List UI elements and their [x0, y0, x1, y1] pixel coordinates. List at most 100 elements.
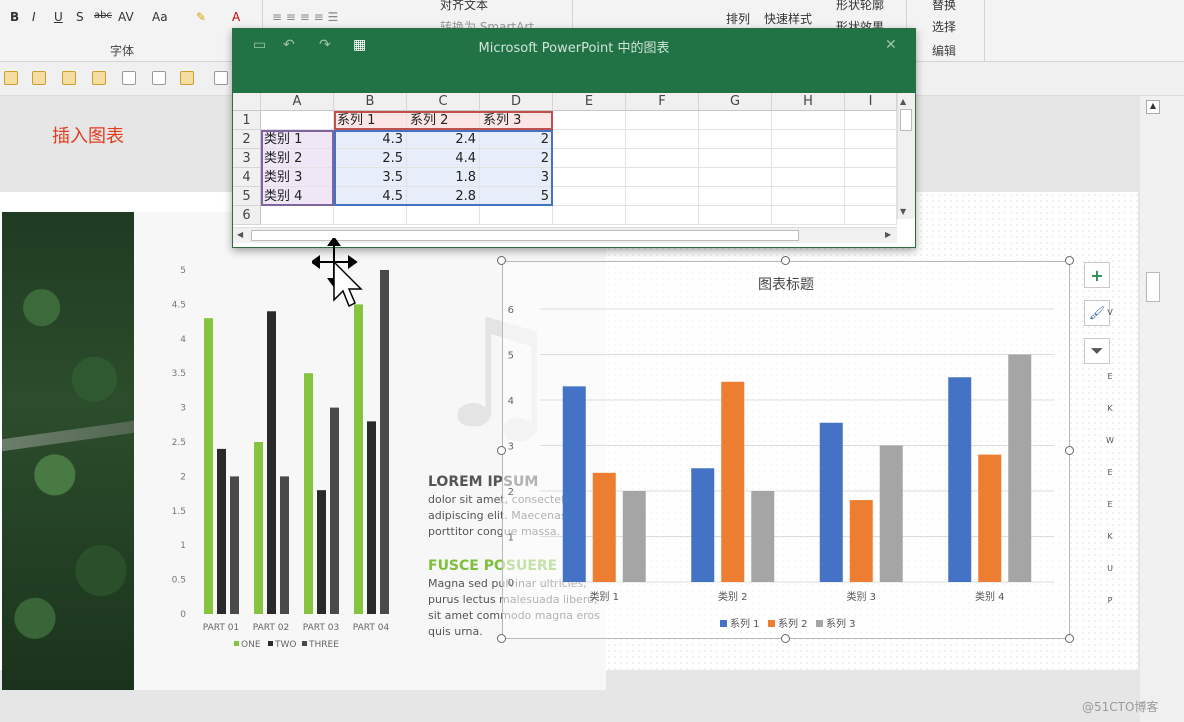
- tool-icon[interactable]: [4, 71, 18, 85]
- grid-cell[interactable]: [261, 206, 334, 225]
- grid-cell[interactable]: 3.5: [334, 168, 407, 187]
- grid-cell[interactable]: 2: [480, 130, 553, 149]
- grid-cell[interactable]: 类别 4: [261, 187, 334, 206]
- bar[interactable]: [978, 454, 1002, 582]
- column-header[interactable]: I: [845, 93, 897, 111]
- grid-cell[interactable]: [626, 206, 699, 225]
- bar[interactable]: [721, 381, 745, 582]
- row-header[interactable]: 6: [233, 206, 261, 225]
- grid-cell[interactable]: 系列 2: [407, 111, 480, 130]
- excel-data-window[interactable]: ▭ ↶ ↷ ▦ Microsoft PowerPoint 中的图表 ✕ ABCD…: [232, 28, 916, 248]
- grid-cell[interactable]: [845, 149, 897, 168]
- grid-cell[interactable]: [699, 111, 772, 130]
- tool-icon[interactable]: [32, 71, 46, 85]
- italic-button[interactable]: I: [32, 10, 36, 24]
- close-icon[interactable]: ✕: [885, 37, 897, 53]
- grid-cell[interactable]: [334, 206, 407, 225]
- scroll-up-icon[interactable]: ▲: [900, 97, 906, 106]
- column-header[interactable]: B: [334, 93, 407, 111]
- scroll-thumb[interactable]: [900, 109, 912, 131]
- column-header[interactable]: H: [772, 93, 845, 111]
- row-header[interactable]: 5: [233, 187, 261, 206]
- grid-cell[interactable]: 5: [480, 187, 553, 206]
- grid-cell[interactable]: [699, 168, 772, 187]
- grid-cell[interactable]: [845, 187, 897, 206]
- row-header[interactable]: 4: [233, 168, 261, 187]
- grid-cell[interactable]: 1.8: [407, 168, 480, 187]
- bar[interactable]: [562, 386, 586, 582]
- align-icons[interactable]: ≡ ≡ ≡ ≡ ☰: [272, 10, 338, 24]
- grid-cell[interactable]: 类别 3: [261, 168, 334, 187]
- grid-cell[interactable]: 3: [480, 168, 553, 187]
- resize-handle[interactable]: [781, 256, 790, 265]
- grid-cell[interactable]: [553, 130, 626, 149]
- grid-cell[interactable]: [626, 168, 699, 187]
- grid-cell[interactable]: [553, 149, 626, 168]
- grid-cell[interactable]: [699, 149, 772, 168]
- char-spacing-button[interactable]: AV: [118, 10, 134, 24]
- grid-cell[interactable]: 4.3: [334, 130, 407, 149]
- grid-cell[interactable]: [626, 130, 699, 149]
- tool-icon[interactable]: [122, 71, 136, 85]
- grid-cell[interactable]: [553, 111, 626, 130]
- scroll-left-icon[interactable]: ◀: [237, 230, 243, 239]
- scroll-down-icon[interactable]: ▼: [900, 207, 906, 216]
- grid-cell[interactable]: 2.8: [407, 187, 480, 206]
- scroll-right-icon[interactable]: ▶: [885, 230, 891, 239]
- scroll-thumb[interactable]: [1146, 272, 1160, 302]
- grid-cell[interactable]: [772, 187, 845, 206]
- align-text-button[interactable]: 对齐文本: [440, 0, 488, 13]
- right-bar-chart[interactable]: 0 1 2 3 4 5 6 类别 1 类别 2 类别 3 类别 4 系列 1 系列 2 系列 3: [502, 261, 1070, 639]
- grid-cell[interactable]: [772, 168, 845, 187]
- column-header[interactable]: F: [626, 93, 699, 111]
- quick-styles-button[interactable]: 快速样式: [764, 10, 812, 27]
- select-all-corner[interactable]: [233, 93, 261, 111]
- underline-button[interactable]: U: [54, 10, 63, 24]
- arrange-button[interactable]: 排列: [726, 10, 750, 27]
- resize-handle[interactable]: [1065, 256, 1074, 265]
- resize-handle[interactable]: [497, 256, 506, 265]
- grid-cell[interactable]: [699, 187, 772, 206]
- bar[interactable]: [691, 468, 715, 582]
- bold-button[interactable]: B: [10, 10, 19, 24]
- grid-cell[interactable]: [772, 206, 845, 225]
- resize-handle[interactable]: [497, 446, 506, 455]
- resize-handle[interactable]: [1065, 634, 1074, 643]
- grid-cell[interactable]: 4.5: [334, 187, 407, 206]
- row-header[interactable]: 3: [233, 149, 261, 168]
- grid-cell[interactable]: [480, 206, 553, 225]
- bar[interactable]: [879, 445, 903, 583]
- grid-cell[interactable]: [845, 130, 897, 149]
- grid-cell[interactable]: [845, 168, 897, 187]
- grid-cell[interactable]: 4.4: [407, 149, 480, 168]
- column-header[interactable]: E: [553, 93, 626, 111]
- grid-cell[interactable]: 系列 1: [334, 111, 407, 130]
- bar[interactable]: [948, 377, 972, 582]
- grid-cell[interactable]: [772, 149, 845, 168]
- vertical-scrollbar[interactable]: ▲ ▼: [897, 93, 915, 219]
- excel-title-bar[interactable]: ▭ ↶ ↷ ▦ Microsoft PowerPoint 中的图表 ✕: [233, 29, 915, 93]
- bar[interactable]: [849, 500, 873, 582]
- shape-outline-button[interactable]: 形状轮廓: [836, 0, 884, 13]
- select-button[interactable]: 选择: [932, 18, 956, 35]
- chart-filter-icon[interactable]: ⏷: [1084, 338, 1110, 364]
- tool-icon[interactable]: [214, 71, 228, 85]
- grid-cell[interactable]: [626, 187, 699, 206]
- grid-cell[interactable]: 系列 3: [480, 111, 553, 130]
- grid-cell[interactable]: 类别 1: [261, 130, 334, 149]
- grid-cell[interactable]: [407, 206, 480, 225]
- grid-cell[interactable]: [845, 206, 897, 225]
- add-chart-element-icon[interactable]: +: [1084, 262, 1110, 288]
- resize-handle[interactable]: [497, 634, 506, 643]
- scroll-up-icon[interactable]: ▲: [1146, 100, 1160, 114]
- grid-cell[interactable]: 类别 2: [261, 149, 334, 168]
- row-header[interactable]: 2: [233, 130, 261, 149]
- font-color-button[interactable]: A: [232, 10, 240, 24]
- grid-cell[interactable]: [699, 206, 772, 225]
- tool-icon[interactable]: [62, 71, 76, 85]
- column-header[interactable]: A: [261, 93, 334, 111]
- highlight-icon[interactable]: ✎: [196, 10, 206, 24]
- bar[interactable]: [592, 472, 616, 582]
- tool-icon[interactable]: [92, 71, 106, 85]
- grid-cell[interactable]: [699, 130, 772, 149]
